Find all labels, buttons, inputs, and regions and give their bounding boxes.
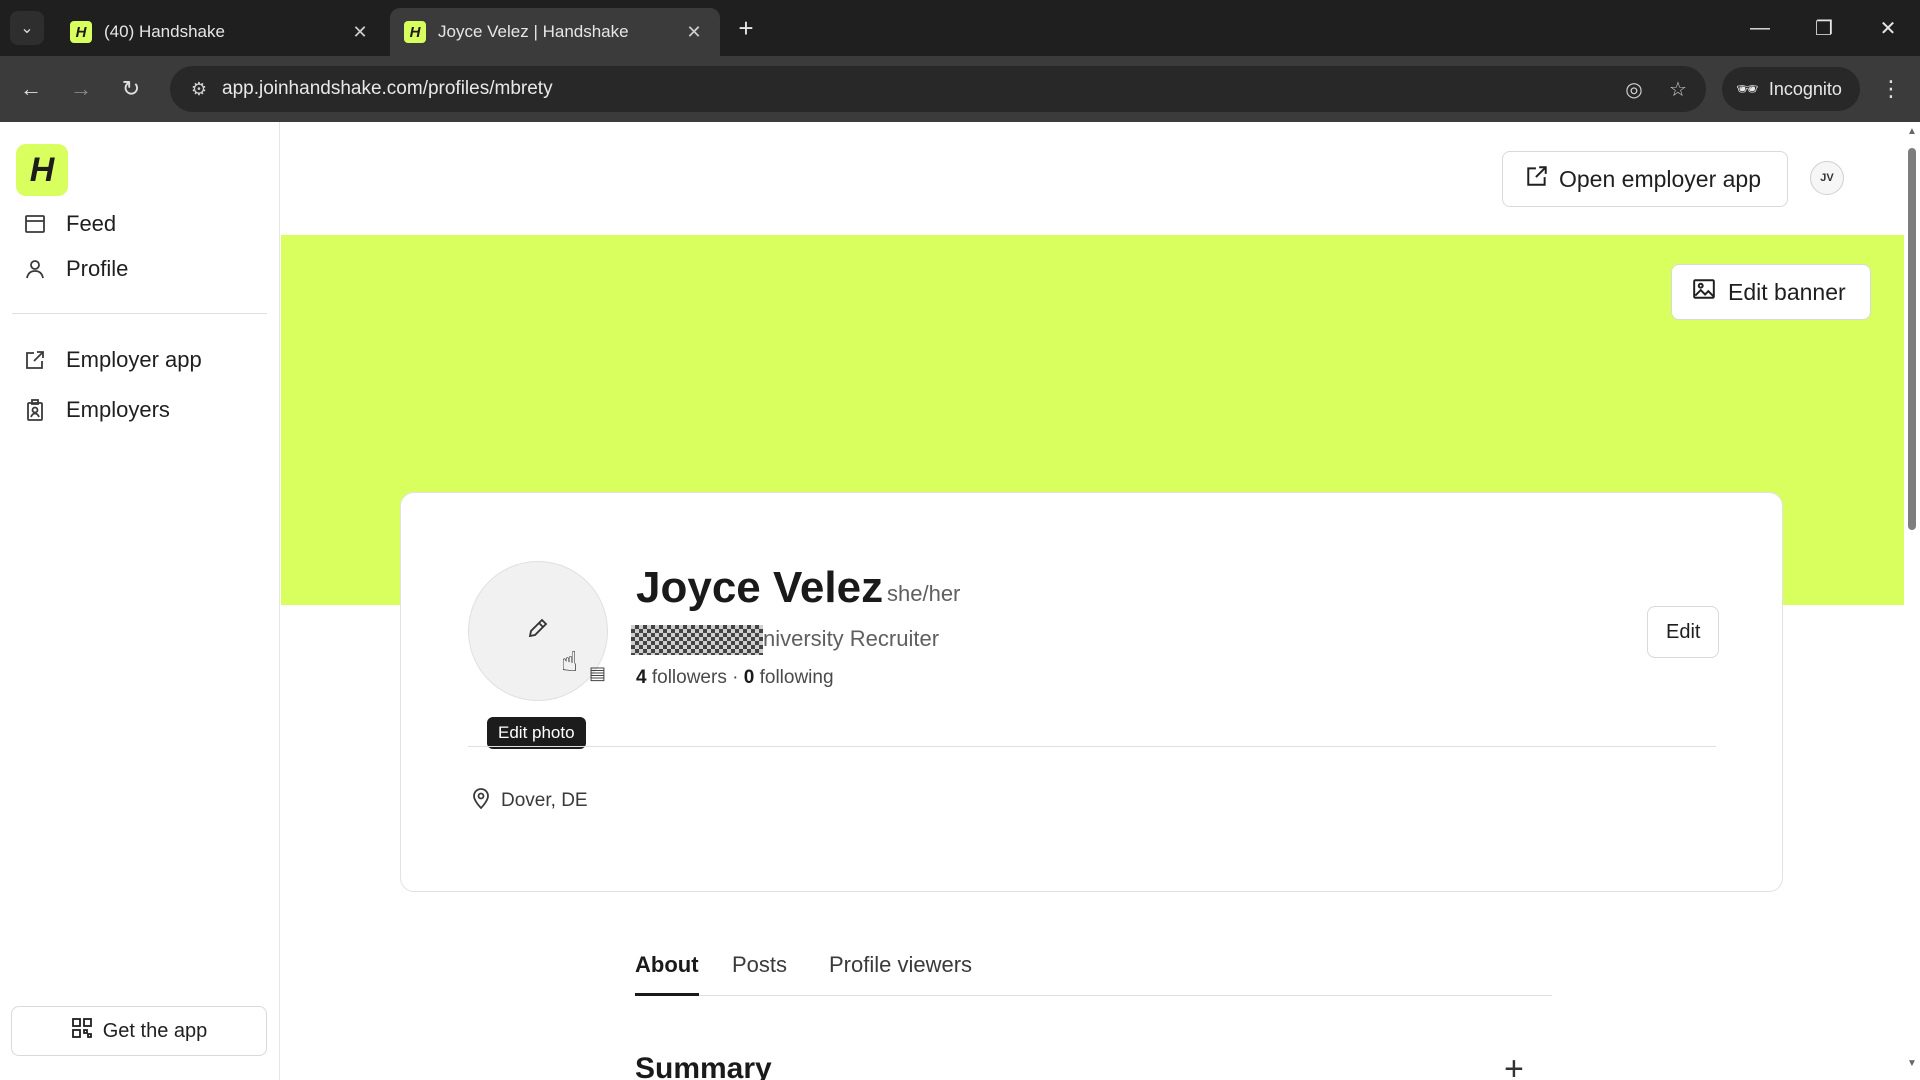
arrow-right-icon: →: [70, 76, 92, 101]
browser-menu-button[interactable]: ⋮: [1872, 70, 1910, 108]
incognito-label: Incognito: [1768, 78, 1842, 99]
forward-button[interactable]: →: [62, 70, 100, 108]
edit-photo-tooltip: Edit photo: [487, 717, 586, 749]
reload-button[interactable]: ↻: [112, 70, 150, 108]
handshake-favicon-icon: H: [404, 21, 426, 43]
image-icon: [1692, 277, 1716, 307]
location-text: Dover, DE: [501, 790, 588, 811]
map-pin-icon: [471, 787, 491, 815]
hand-cursor-icon: ☝: [561, 646, 579, 677]
sidebar-divider: [12, 313, 267, 314]
browser-tab-profile[interactable]: H Joyce Velez | Handshake ✕: [390, 8, 720, 56]
incognito-icon: 🕶: [1736, 78, 1759, 99]
browser-toolbar: ← → ↻ ⚙ app.joinhandshake.com/profiles/m…: [0, 56, 1920, 122]
followers-label: followers: [651, 667, 727, 688]
summary-heading: Summary: [635, 1052, 772, 1080]
get-the-app-label: Get the app: [102, 1019, 208, 1042]
edit-profile-button[interactable]: Edit: [1647, 606, 1720, 658]
tab-title: Joyce Velez | Handshake: [438, 22, 629, 41]
sidebar-item-feed[interactable]: Feed: [22, 204, 116, 244]
card-divider: [468, 746, 1716, 747]
add-summary-icon[interactable]: +: [1504, 1050, 1524, 1080]
user-avatar[interactable]: JV: [1810, 161, 1844, 195]
minimize-window-button[interactable]: —: [1740, 10, 1780, 46]
more-vertical-icon: ⋮: [1880, 76, 1902, 101]
close-icon[interactable]: ✕: [682, 20, 706, 44]
close-window-button[interactable]: ✕: [1868, 10, 1908, 46]
sidebar-item-employers[interactable]: Employers: [22, 390, 170, 430]
following-count: 0: [743, 667, 755, 688]
contact-card-icon: ▤: [589, 663, 607, 683]
sidebar-item-label: Feed: [66, 211, 117, 236]
sidebar-item-label: Profile: [66, 256, 129, 281]
sidebar-item-label: Employer app: [66, 347, 202, 372]
tab-search-button[interactable]: ⌄: [10, 11, 44, 45]
qr-code-icon: [71, 1017, 93, 1045]
open-employer-app-button[interactable]: Open employer app: [1502, 151, 1789, 207]
feed-icon: [22, 211, 48, 237]
open-employer-app-label: Open employer app: [1559, 165, 1762, 192]
address-bar[interactable]: ⚙ app.joinhandshake.com/profiles/mbrety …: [170, 66, 1706, 112]
eye-off-icon[interactable]: ◎: [1612, 67, 1656, 111]
profile-tabs: About Posts Profile viewers: [635, 942, 1552, 996]
follow-stats[interactable]: 4 followers · 0 following: [636, 667, 834, 689]
browser-tab-handshake-feed[interactable]: H (40) Handshake ✕: [56, 8, 386, 56]
sidebar-item-profile[interactable]: Profile: [22, 249, 128, 289]
profile-location: Dover, DE: [471, 787, 588, 815]
star-icon[interactable]: ☆: [1656, 67, 1700, 111]
handshake-logo[interactable]: H: [16, 144, 68, 196]
tab-profile-viewers[interactable]: Profile viewers: [829, 952, 972, 996]
tab-posts[interactable]: Posts: [732, 952, 787, 996]
arrow-left-icon: ←: [20, 76, 42, 101]
url-text[interactable]: app.joinhandshake.com/profiles/mbrety: [222, 78, 1612, 100]
scroll-up-icon[interactable]: ▲: [1907, 126, 1917, 137]
external-link-icon: [1525, 164, 1549, 194]
profile-card: ☝ ▤ Edit photo Joyce Velez she/her niver…: [400, 492, 1783, 892]
badge-icon: [22, 397, 48, 423]
profile-headline: niversity Recruiter: [763, 626, 940, 651]
scroll-down-icon[interactable]: ▼: [1907, 1058, 1917, 1069]
tab-title: (40) Handshake: [104, 22, 225, 41]
restore-window-button[interactable]: ❐: [1804, 10, 1844, 46]
get-the-app-button[interactable]: Get the app: [11, 1006, 267, 1056]
profile-pronouns: she/her: [887, 581, 961, 606]
following-label: following: [759, 667, 834, 688]
reload-icon: ↻: [121, 76, 141, 101]
external-link-icon: [22, 347, 48, 373]
edit-banner-label: Edit banner: [1728, 278, 1846, 305]
minimize-icon: —: [1750, 16, 1770, 39]
back-button[interactable]: ←: [12, 70, 50, 108]
incognito-indicator[interactable]: 🕶 Incognito: [1722, 67, 1860, 111]
plus-icon: +: [738, 12, 754, 43]
edit-banner-button[interactable]: Edit banner: [1671, 264, 1871, 320]
page-scrollbar[interactable]: ▲ ▼: [1904, 122, 1920, 1080]
profile-name: Joyce Velez: [636, 563, 884, 612]
scrollbar-thumb[interactable]: [1908, 148, 1916, 530]
close-icon[interactable]: ✕: [348, 20, 372, 44]
site-settings-icon[interactable]: ⚙: [176, 66, 222, 112]
separator-dot: ·: [732, 667, 739, 688]
followers-count: 4: [636, 667, 647, 688]
close-icon: ✕: [1879, 17, 1897, 40]
person-icon: [22, 256, 48, 282]
sidebar-item-label: Employers: [66, 397, 170, 422]
handshake-favicon-icon: H: [70, 21, 92, 43]
browser-tab-strip: ⌄ H (40) Handshake ✕ H Joyce Velez | Han…: [0, 0, 1920, 56]
restore-icon: ❐: [1815, 17, 1833, 40]
new-tab-button[interactable]: +: [730, 12, 762, 44]
sidebar-item-employer-app[interactable]: Employer app: [22, 340, 202, 380]
pencil-icon: [526, 616, 550, 647]
chevron-down-icon: ⌄: [20, 20, 34, 37]
main-content: Open employer app JV Edit banner ☝ ▤ Edi…: [281, 122, 1904, 1080]
redacted-text: [631, 625, 763, 655]
profile-photo[interactable]: [468, 561, 608, 701]
tab-about[interactable]: About: [635, 952, 699, 996]
sidebar: H Feed Profile Employer app Employers Ge…: [0, 122, 280, 1080]
